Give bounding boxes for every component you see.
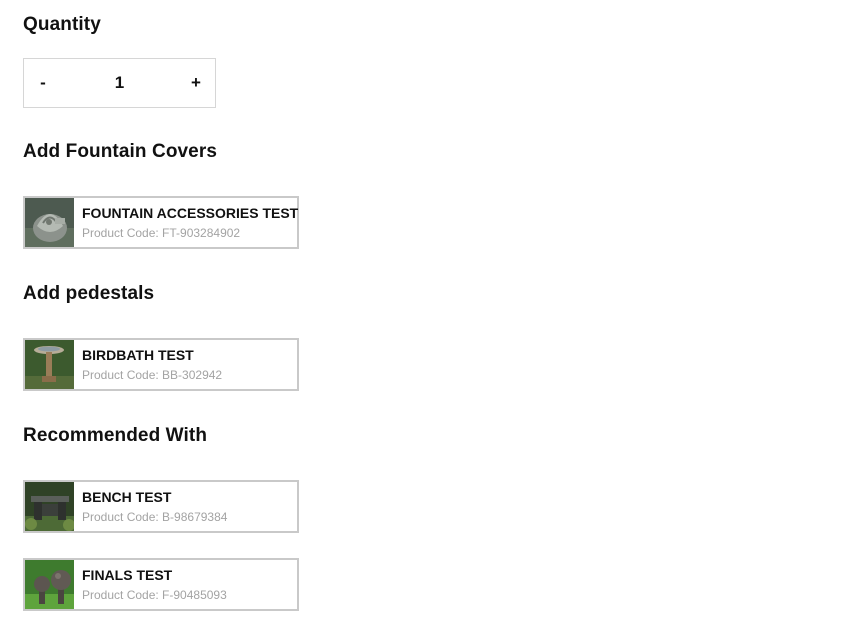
product-name: FOUNTAIN ACCESSORIES TEST <box>82 204 299 221</box>
quantity-heading: Quantity <box>23 14 101 35</box>
product-name: FINALS TEST <box>82 566 173 583</box>
fountain-covers-heading: Add Fountain Covers <box>23 141 218 162</box>
quantity-input[interactable] <box>77 72 162 94</box>
product-card-fountain-accessories[interactable]: FOUNTAIN ACCESSORIES TEST Product Code: … <box>23 196 299 249</box>
product-code: Product Code: FT-903284902 <box>82 225 241 240</box>
recommended-heading: Recommended With <box>23 425 208 446</box>
product-code: Product Code: B-98679384 <box>82 509 228 524</box>
bench-thumbnail <box>25 482 74 531</box>
finials-thumbnail <box>25 560 74 609</box>
birdbath-thumbnail <box>25 340 74 389</box>
product-code: Product Code: BB-302942 <box>82 367 223 382</box>
product-card-bench[interactable]: BENCH TEST Product Code: B-98679384 <box>23 480 299 533</box>
product-code: Product Code: F-90485093 <box>82 587 227 602</box>
product-card-birdbath[interactable]: BIRDBATH TEST Product Code: BB-302942 <box>23 338 299 391</box>
quantity-decrement-button[interactable]: - <box>24 59 62 107</box>
product-card-finials[interactable]: FINALS TEST Product Code: F-90485093 <box>23 558 299 611</box>
pedestals-heading: Add pedestals <box>23 283 155 304</box>
quantity-increment-button[interactable]: + <box>177 59 215 107</box>
product-name: BIRDBATH TEST <box>82 346 194 363</box>
fountain-accessory-thumbnail <box>25 198 74 247</box>
product-name: BENCH TEST <box>82 488 172 505</box>
quantity-stepper: - + <box>23 58 216 108</box>
product-options-panel: Quantity - + Add Fountain Covers FOUNTAI… <box>0 0 848 637</box>
